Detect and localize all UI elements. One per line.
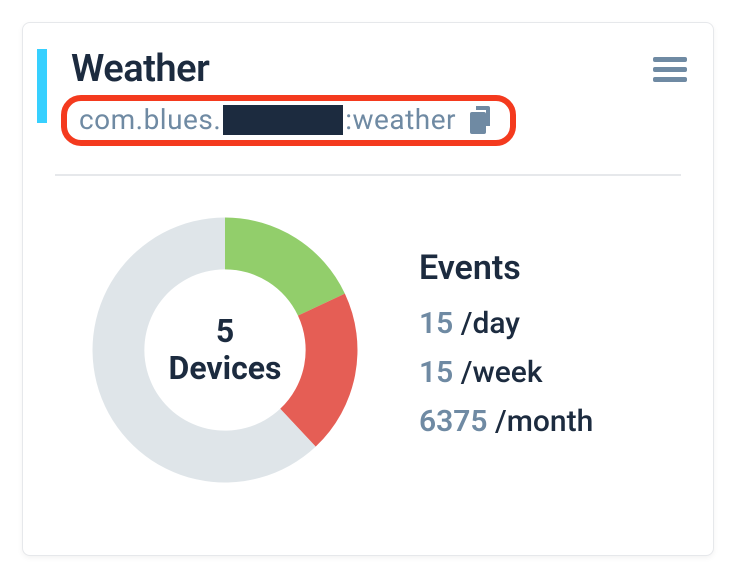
project-id-redacted [223, 105, 343, 135]
copy-icon[interactable] [470, 106, 494, 134]
stat-value: 15 [419, 355, 453, 390]
accent-bar [37, 49, 47, 123]
events-title: Events [419, 248, 593, 288]
device-label: Devices [169, 350, 282, 387]
stat-value: 15 [419, 306, 453, 341]
project-id: com.blues. :weather [79, 103, 456, 136]
card-body: 5 Devices Events 15 /day 15 /week 6375 /… [23, 176, 713, 524]
project-id-prefix: com.blues. [79, 103, 221, 136]
menu-icon[interactable] [653, 55, 687, 83]
stat-row: 6375 /month [419, 404, 593, 439]
device-count: 5 [216, 313, 234, 350]
stat-period: /week [461, 355, 543, 390]
stat-period: /day [461, 306, 520, 341]
stat-value: 6375 [419, 404, 488, 439]
stat-row: 15 /day [419, 306, 593, 341]
card-header: Weather com.blues. :weather [23, 23, 713, 146]
stat-row: 15 /week [419, 355, 593, 390]
project-title: Weather [71, 47, 653, 91]
project-card: Weather com.blues. :weather [22, 22, 714, 556]
project-id-suffix: :weather [345, 103, 456, 136]
stat-period: /month [495, 404, 593, 439]
events-stats: Events 15 /day 15 /week 6375 /month [369, 248, 593, 453]
devices-donut: 5 Devices [81, 206, 369, 494]
header-text: Weather com.blues. :weather [47, 45, 653, 146]
project-id-highlight: com.blues. :weather [61, 95, 516, 146]
donut-center-label: 5 Devices [81, 206, 369, 494]
